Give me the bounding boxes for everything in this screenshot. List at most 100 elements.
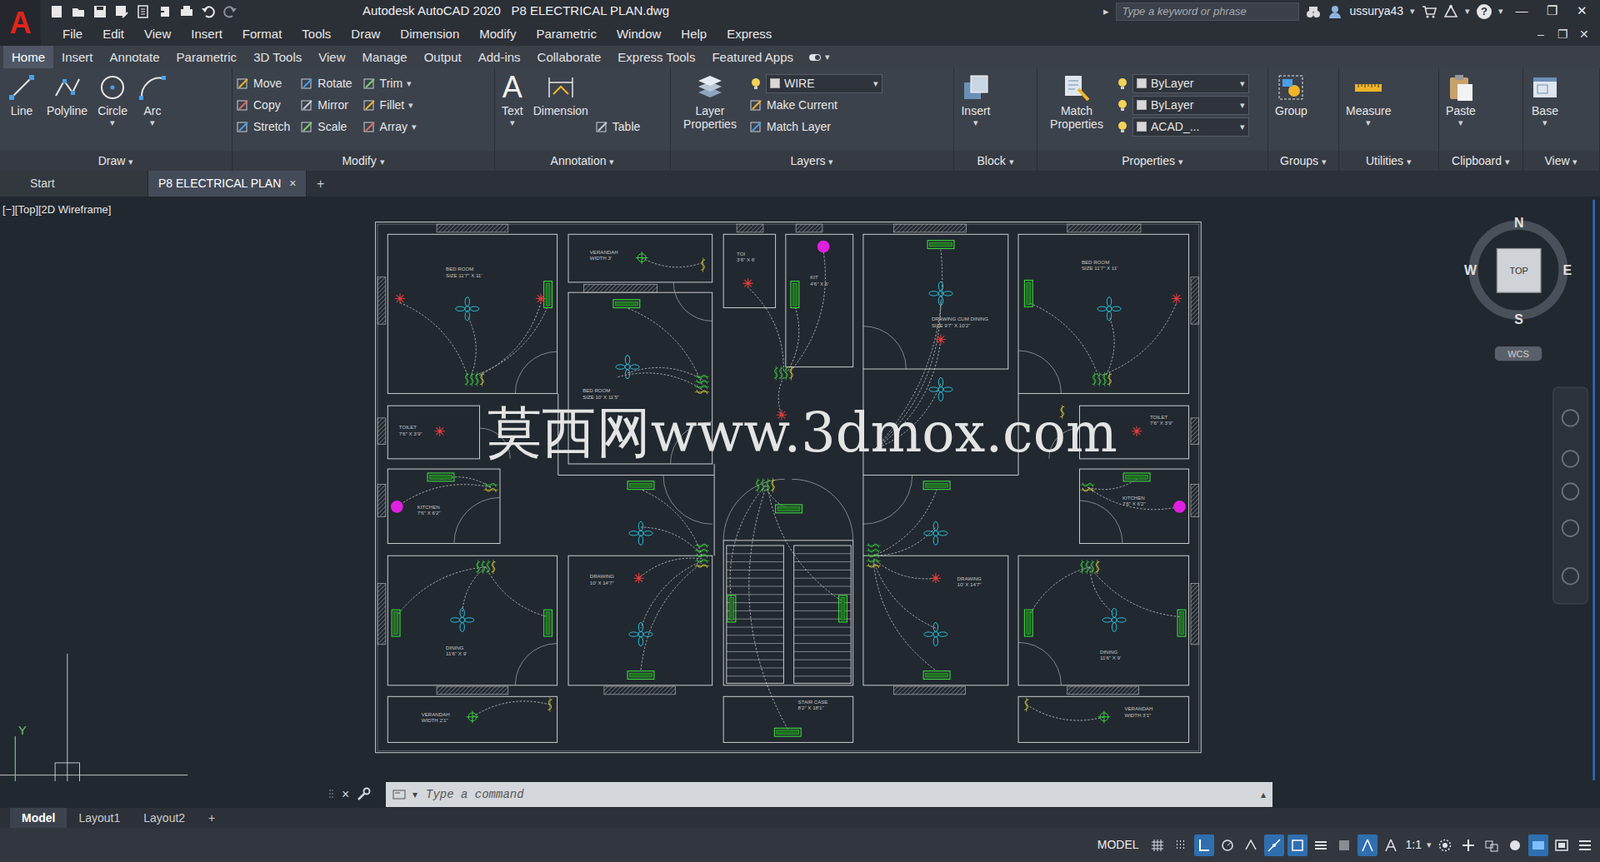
ribbon-tool[interactable]: Layer Properties	[674, 72, 746, 131]
ribbon-tool[interactable]: Scale	[300, 115, 352, 138]
panel-expand-caret[interactable]: ▾	[1572, 156, 1578, 167]
status-toggle[interactable]	[1380, 835, 1401, 857]
menu-item[interactable]: View	[134, 22, 181, 46]
ribbon-tab[interactable]: Collaborate	[529, 45, 610, 69]
menu-item[interactable]: Dimension	[390, 22, 470, 46]
menu-item[interactable]: Format	[232, 22, 293, 46]
navigation-bar[interactable]	[1553, 387, 1589, 605]
panel-title[interactable]: Groups ▾	[1268, 150, 1339, 171]
command-close-button[interactable]: ×	[341, 785, 350, 805]
ribbon-tab[interactable]: Output	[415, 45, 470, 69]
floor-plan[interactable]: BED ROOMSIZE 11'7" X 11'VERANDAHWIDTH 3'…	[375, 222, 1202, 754]
ribbon-tool[interactable]: Base▾	[1526, 72, 1564, 129]
status-toggle[interactable]	[1147, 835, 1168, 857]
ribbon-dropdown[interactable]: WIRE▾	[749, 72, 883, 95]
status-toggle[interactable]	[1357, 835, 1378, 857]
view-cube[interactable]: TOPNSWEWCS	[1464, 215, 1572, 361]
menu-item[interactable]: Insert	[180, 22, 233, 46]
dropdown-caret[interactable]: ▾	[1240, 76, 1245, 91]
status-toggle[interactable]	[1458, 835, 1479, 857]
search-expand[interactable]: ▸	[1103, 3, 1110, 20]
status-toggle[interactable]	[1240, 835, 1261, 857]
panel-expand-caret[interactable]: ▾	[1178, 156, 1184, 167]
tool-menu-caret[interactable]: ▾	[973, 117, 979, 129]
panel-expand-caret[interactable]: ▾	[1406, 156, 1412, 167]
ribbon-tool[interactable]: Line	[3, 72, 40, 118]
nav-tool-icon[interactable]	[1562, 568, 1580, 585]
annotation-scale[interactable]: 1:1	[1404, 836, 1424, 855]
ribbon-tool[interactable]: Rotate	[300, 72, 352, 95]
menu-item[interactable]: Draw	[340, 22, 390, 46]
ribbon-tool[interactable]: AText▾	[498, 72, 527, 129]
ribbon-tab[interactable]: 3D Tools	[245, 45, 310, 69]
command-input[interactable]	[424, 785, 1255, 805]
layout-tab[interactable]: Layout1	[66, 808, 132, 829]
ribbon-tab[interactable]: Express Tools	[609, 45, 704, 69]
menu-item[interactable]: Tools	[291, 22, 341, 46]
status-toggle[interactable]	[1217, 835, 1238, 857]
status-toggle[interactable]	[1264, 835, 1285, 857]
annotation-scale-caret[interactable]: ▾	[1426, 838, 1432, 853]
dropdown-caret[interactable]: ▾	[873, 76, 879, 91]
search-box[interactable]	[1115, 2, 1300, 21]
doc-close-button[interactable]: ✕	[1575, 25, 1594, 44]
ribbon-tool[interactable]: Stretch	[235, 115, 290, 138]
command-expand-button[interactable]: ▴	[1260, 787, 1266, 803]
close-button[interactable]: ✕	[1570, 1, 1594, 21]
viewport-controls[interactable]: [−][Top][2D Wireframe]	[2, 201, 111, 219]
ribbon-tool[interactable]: Polyline	[43, 72, 91, 118]
dropdown-caret[interactable]: ▾	[1240, 120, 1245, 135]
ribbon-tool[interactable]: Array▾	[362, 115, 417, 138]
user-menu-caret[interactable]: ▾	[1410, 4, 1415, 19]
status-toggle[interactable]	[1287, 835, 1308, 857]
tool-menu-caret[interactable]: ▾	[1458, 117, 1464, 129]
new-tab-button[interactable]: +	[306, 170, 335, 197]
layout-tab[interactable]: Layout2	[131, 808, 197, 829]
tool-menu-caret[interactable]: ▾	[411, 120, 417, 135]
ribbon-dropdown[interactable]: ByLayer▾	[1115, 94, 1250, 116]
panel-expand-caret[interactable]: ▾	[828, 156, 834, 167]
ribbon-tool[interactable]: Table	[595, 115, 640, 138]
ribbon-toggle-caret[interactable]: ▾	[825, 50, 830, 65]
ribbon-tool[interactable]: Mirror	[300, 94, 352, 116]
status-toggle[interactable]	[1170, 835, 1191, 857]
command-history-caret[interactable]: ▾	[412, 787, 418, 803]
tool-menu-caret[interactable]: ▾	[1365, 117, 1371, 129]
user-name[interactable]: ussurya43	[1349, 2, 1404, 20]
menu-item[interactable]: Window	[606, 22, 671, 46]
help-caret[interactable]: ▾	[1498, 4, 1504, 19]
doc-minimize-button[interactable]: –	[1531, 25, 1550, 44]
ribbon-tool[interactable]: Copy	[235, 94, 290, 116]
panel-title[interactable]: Utilities ▾	[1339, 150, 1439, 171]
nav-tool-icon[interactable]	[1562, 450, 1580, 468]
viewport[interactable]: BED ROOMSIZE 11'7" X 11'VERANDAHWIDTH 3'…	[0, 196, 1600, 782]
ribbon-tool[interactable]: Circle▾	[94, 72, 131, 129]
dropdown-box[interactable]: ACAD_...▾	[1132, 117, 1250, 137]
document-tab[interactable]: Start	[0, 170, 149, 197]
drawing-canvas[interactable]: BED ROOMSIZE 11'7" X 11'VERANDAHWIDTH 3'…	[0, 196, 1600, 782]
model-space-button[interactable]: MODEL	[1092, 836, 1145, 855]
status-toggle[interactable]	[1575, 835, 1595, 857]
nav-tool-icon[interactable]	[1562, 483, 1580, 500]
community-caret[interactable]: ▾	[1465, 4, 1470, 19]
panel-title[interactable]: View ▾	[1523, 150, 1600, 171]
status-toggle[interactable]	[1310, 835, 1331, 857]
menu-item[interactable]: Parametric	[525, 22, 607, 46]
ribbon-tab[interactable]: Manage	[353, 45, 415, 69]
tool-menu-caret[interactable]: ▾	[510, 117, 515, 129]
ribbon-tool[interactable]: Paste▾	[1442, 72, 1480, 129]
help-button[interactable]: ?	[1476, 4, 1492, 20]
ribbon-tool[interactable]: Move	[235, 72, 290, 95]
status-toggle[interactable]	[1481, 835, 1502, 857]
document-tab[interactable]: P8 ELECTRICAL PLAN×	[148, 170, 307, 197]
dropdown-box[interactable]: WIRE▾	[765, 74, 883, 94]
status-toggle[interactable]	[1505, 835, 1525, 857]
ribbon-tab[interactable]: Home	[3, 45, 54, 69]
panel-expand-caret[interactable]: ▾	[609, 156, 615, 167]
restore-button[interactable]: ❐	[1540, 1, 1564, 21]
menu-item[interactable]: Help	[670, 22, 717, 46]
ribbon-tool[interactable]: Make Current	[749, 94, 883, 116]
dropdown-box[interactable]: ByLayer▾	[1132, 95, 1250, 115]
panel-expand-caret[interactable]: ▾	[380, 156, 385, 167]
ribbon-tab[interactable]: Add-ins	[470, 45, 530, 69]
